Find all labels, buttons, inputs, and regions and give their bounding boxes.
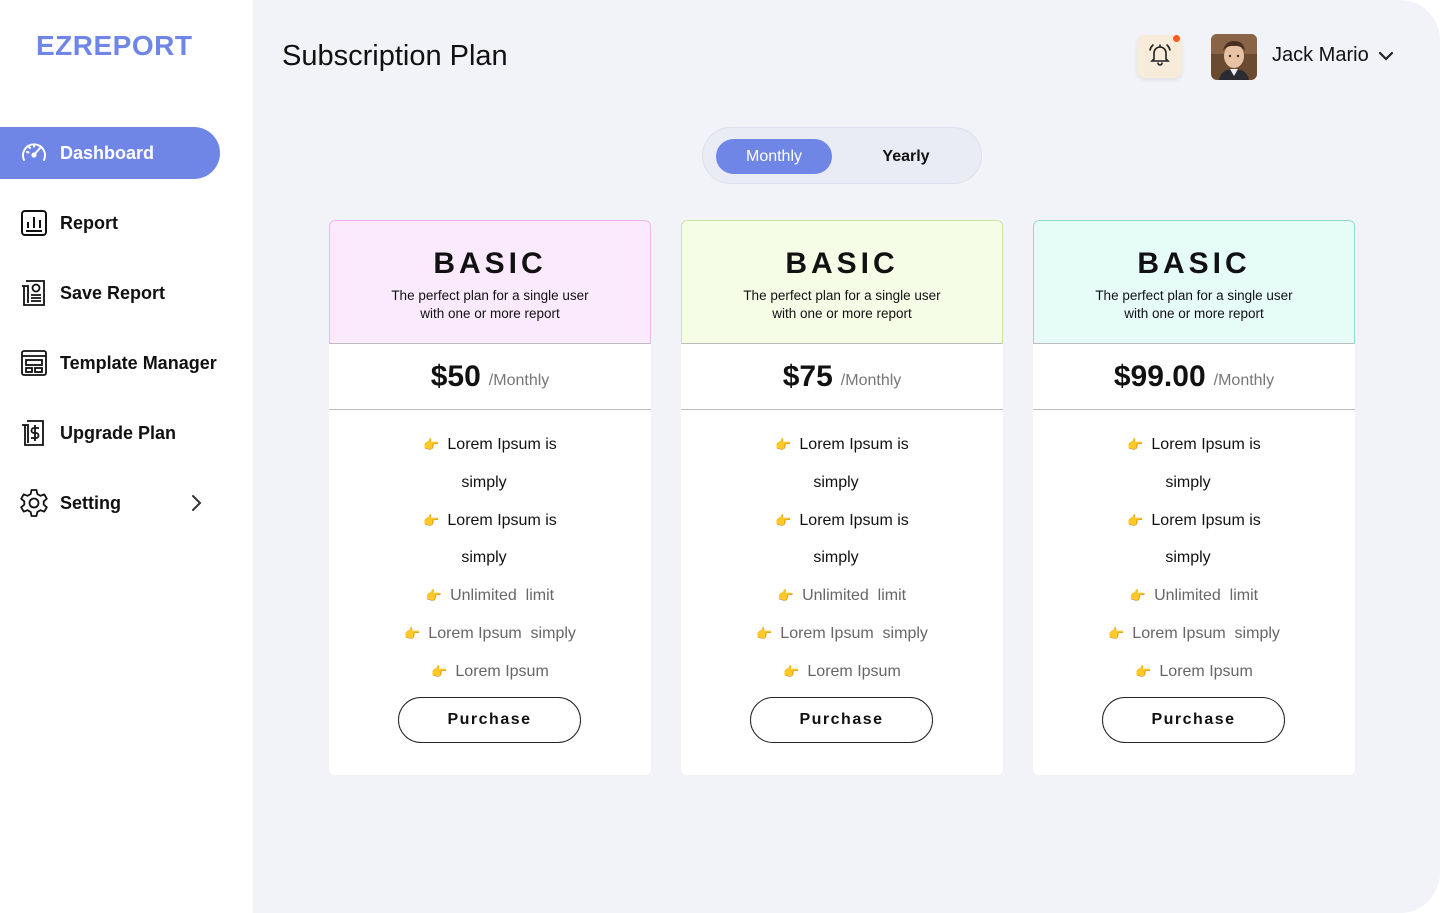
feature-item: simply (1165, 474, 1211, 491)
toggle-monthly[interactable]: Monthly (716, 139, 832, 174)
notification-button[interactable] (1137, 35, 1182, 78)
feature-item: simply (461, 474, 507, 491)
plan-description: The perfect plan for a single user with … (743, 288, 941, 321)
dollar-document-icon (18, 417, 50, 449)
plan-price-row: $50 /Monthly (329, 344, 651, 410)
bell-icon (1147, 41, 1173, 72)
pointing-hand-icon: 👉 (777, 588, 795, 603)
sidebar-item-report[interactable]: Report (0, 197, 220, 249)
feature-item: simply (461, 549, 507, 566)
purchase-button[interactable]: Purchase (1102, 697, 1285, 743)
purchase-button[interactable]: Purchase (398, 697, 581, 743)
plan-price: $99.00 (1113, 359, 1206, 393)
gear-icon (18, 487, 50, 519)
feature-item: 👉 Lorem Ipsum is (423, 436, 557, 453)
plan-description: The perfect plan for a single user with … (391, 288, 589, 321)
plan-name: BASIC (1137, 247, 1251, 280)
pointing-hand-icon: 👉 (423, 513, 440, 528)
sidebar-item-save-report[interactable]: Save Report (0, 267, 220, 319)
feature-item: 👉 Unlimited limit (777, 587, 907, 604)
feature-item: 👉 Lorem Ipsum is (775, 512, 909, 529)
toggle-yearly[interactable]: Yearly (848, 139, 964, 174)
plan-card-header: BASIC The perfect plan for a single user… (1033, 220, 1355, 344)
speedometer-icon (18, 137, 50, 169)
pointing-hand-icon: 👉 (423, 437, 440, 452)
pointing-hand-icon: 👉 (404, 626, 421, 641)
pointing-hand-icon: 👉 (775, 437, 792, 452)
plan-price: $50 (430, 359, 481, 393)
page-title: Subscription Plan (282, 40, 508, 72)
pointing-hand-icon: 👉 (1108, 626, 1125, 641)
pointing-hand-icon: 👉 (1127, 513, 1144, 528)
plan-price-row: $99.00 /Monthly (1033, 344, 1355, 410)
pointing-hand-icon: 👉 (1127, 437, 1144, 452)
document-icon (18, 277, 50, 309)
purchase-button[interactable]: Purchase (750, 697, 933, 743)
feature-item: 👉 Lorem Ipsum is (775, 436, 909, 453)
user-name[interactable]: Jack Mario (1272, 44, 1369, 67)
plan-card: BASIC The perfect plan for a single user… (681, 220, 1003, 775)
sidebar-item-setting[interactable]: Setting (0, 477, 220, 529)
pointing-hand-icon: 👉 (1129, 588, 1147, 603)
sidebar-item-dashboard[interactable]: Dashboard (0, 127, 220, 179)
main-content: Subscription Plan Jack Mario Monthly Yea… (253, 0, 1440, 913)
feature-item: simply (813, 549, 859, 566)
sidebar-item-label: Upgrade Plan (60, 422, 177, 443)
chevron-down-icon[interactable] (1374, 44, 1398, 68)
plan-features: 👉 Lorem Ipsum is simply 👉 Lorem Ipsum is s… (1033, 410, 1355, 699)
plan-period: /Monthly (840, 371, 902, 389)
plan-name: BASIC (433, 247, 547, 280)
feature-item: 👉 Lorem Ipsum is (1127, 512, 1261, 529)
feature-item: 👉 Lorem Ipsum (783, 663, 901, 680)
layout-icon (18, 347, 50, 379)
sidebar-item-label: Template Manager (60, 352, 217, 373)
pointing-hand-icon: 👉 (431, 664, 448, 679)
pointing-hand-icon: 👉 (425, 588, 443, 603)
feature-item: 👉 Lorem Ipsum simply (756, 625, 928, 642)
plan-price-row: $75 /Monthly (681, 344, 1003, 410)
sidebar-item-label: Report (60, 212, 118, 233)
plan-features: 👉 Lorem Ipsum is simply 👉 Lorem Ipsum is s… (681, 410, 1003, 699)
plan-card: BASIC The perfect plan for a single user… (329, 220, 651, 775)
feature-item: 👉 Lorem Ipsum is (1127, 436, 1261, 453)
feature-item: 👉 Lorem Ipsum simply (1108, 625, 1280, 642)
notification-dot (1173, 35, 1180, 42)
avatar[interactable] (1211, 34, 1257, 80)
plan-card-header: BASIC The perfect plan for a single user… (681, 220, 1003, 344)
feature-item: 👉 Unlimited limit (425, 587, 555, 604)
plan-description: The perfect plan for a single user with … (1095, 288, 1293, 321)
pointing-hand-icon: 👉 (1135, 664, 1152, 679)
sidebar-item-label: Setting (60, 492, 121, 513)
feature-item: 👉 Lorem Ipsum simply (404, 625, 576, 642)
sidebar-item-label: Dashboard (60, 142, 155, 163)
feature-item: 👉 Lorem Ipsum (1135, 663, 1253, 680)
plan-card: BASIC The perfect plan for a single user… (1033, 220, 1355, 775)
feature-item: 👉 Lorem Ipsum (431, 663, 549, 680)
feature-item: 👉 Unlimited limit (1129, 587, 1259, 604)
pointing-hand-icon: 👉 (775, 513, 792, 528)
plan-name: BASIC (785, 247, 899, 280)
pointing-hand-icon: 👉 (783, 664, 800, 679)
sidebar-item-template-manager[interactable]: Template Manager (0, 337, 220, 389)
bar-chart-icon (18, 207, 50, 239)
plan-period: /Monthly (488, 371, 550, 389)
pointing-hand-icon: 👉 (756, 626, 773, 641)
sidebar-item-label: Save Report (60, 282, 166, 303)
plan-card-header: BASIC The perfect plan for a single user… (329, 220, 651, 344)
sidebar: EZREPORT Dashboard Report Save Report Te… (0, 0, 253, 913)
plan-features: 👉 Lorem Ipsum is simply 👉 Lorem Ipsum is s… (329, 410, 651, 699)
plan-price: $75 (782, 359, 833, 393)
feature-item: simply (1165, 549, 1211, 566)
chevron-right-icon[interactable] (184, 491, 208, 515)
plan-period: /Monthly (1213, 371, 1275, 389)
app-logo: EZREPORT (36, 30, 193, 61)
feature-item: 👉 Lorem Ipsum is (423, 512, 557, 529)
billing-period-toggle: Monthly Yearly (702, 127, 982, 184)
sidebar-item-upgrade-plan[interactable]: Upgrade Plan (0, 407, 220, 459)
feature-item: simply (813, 474, 859, 491)
